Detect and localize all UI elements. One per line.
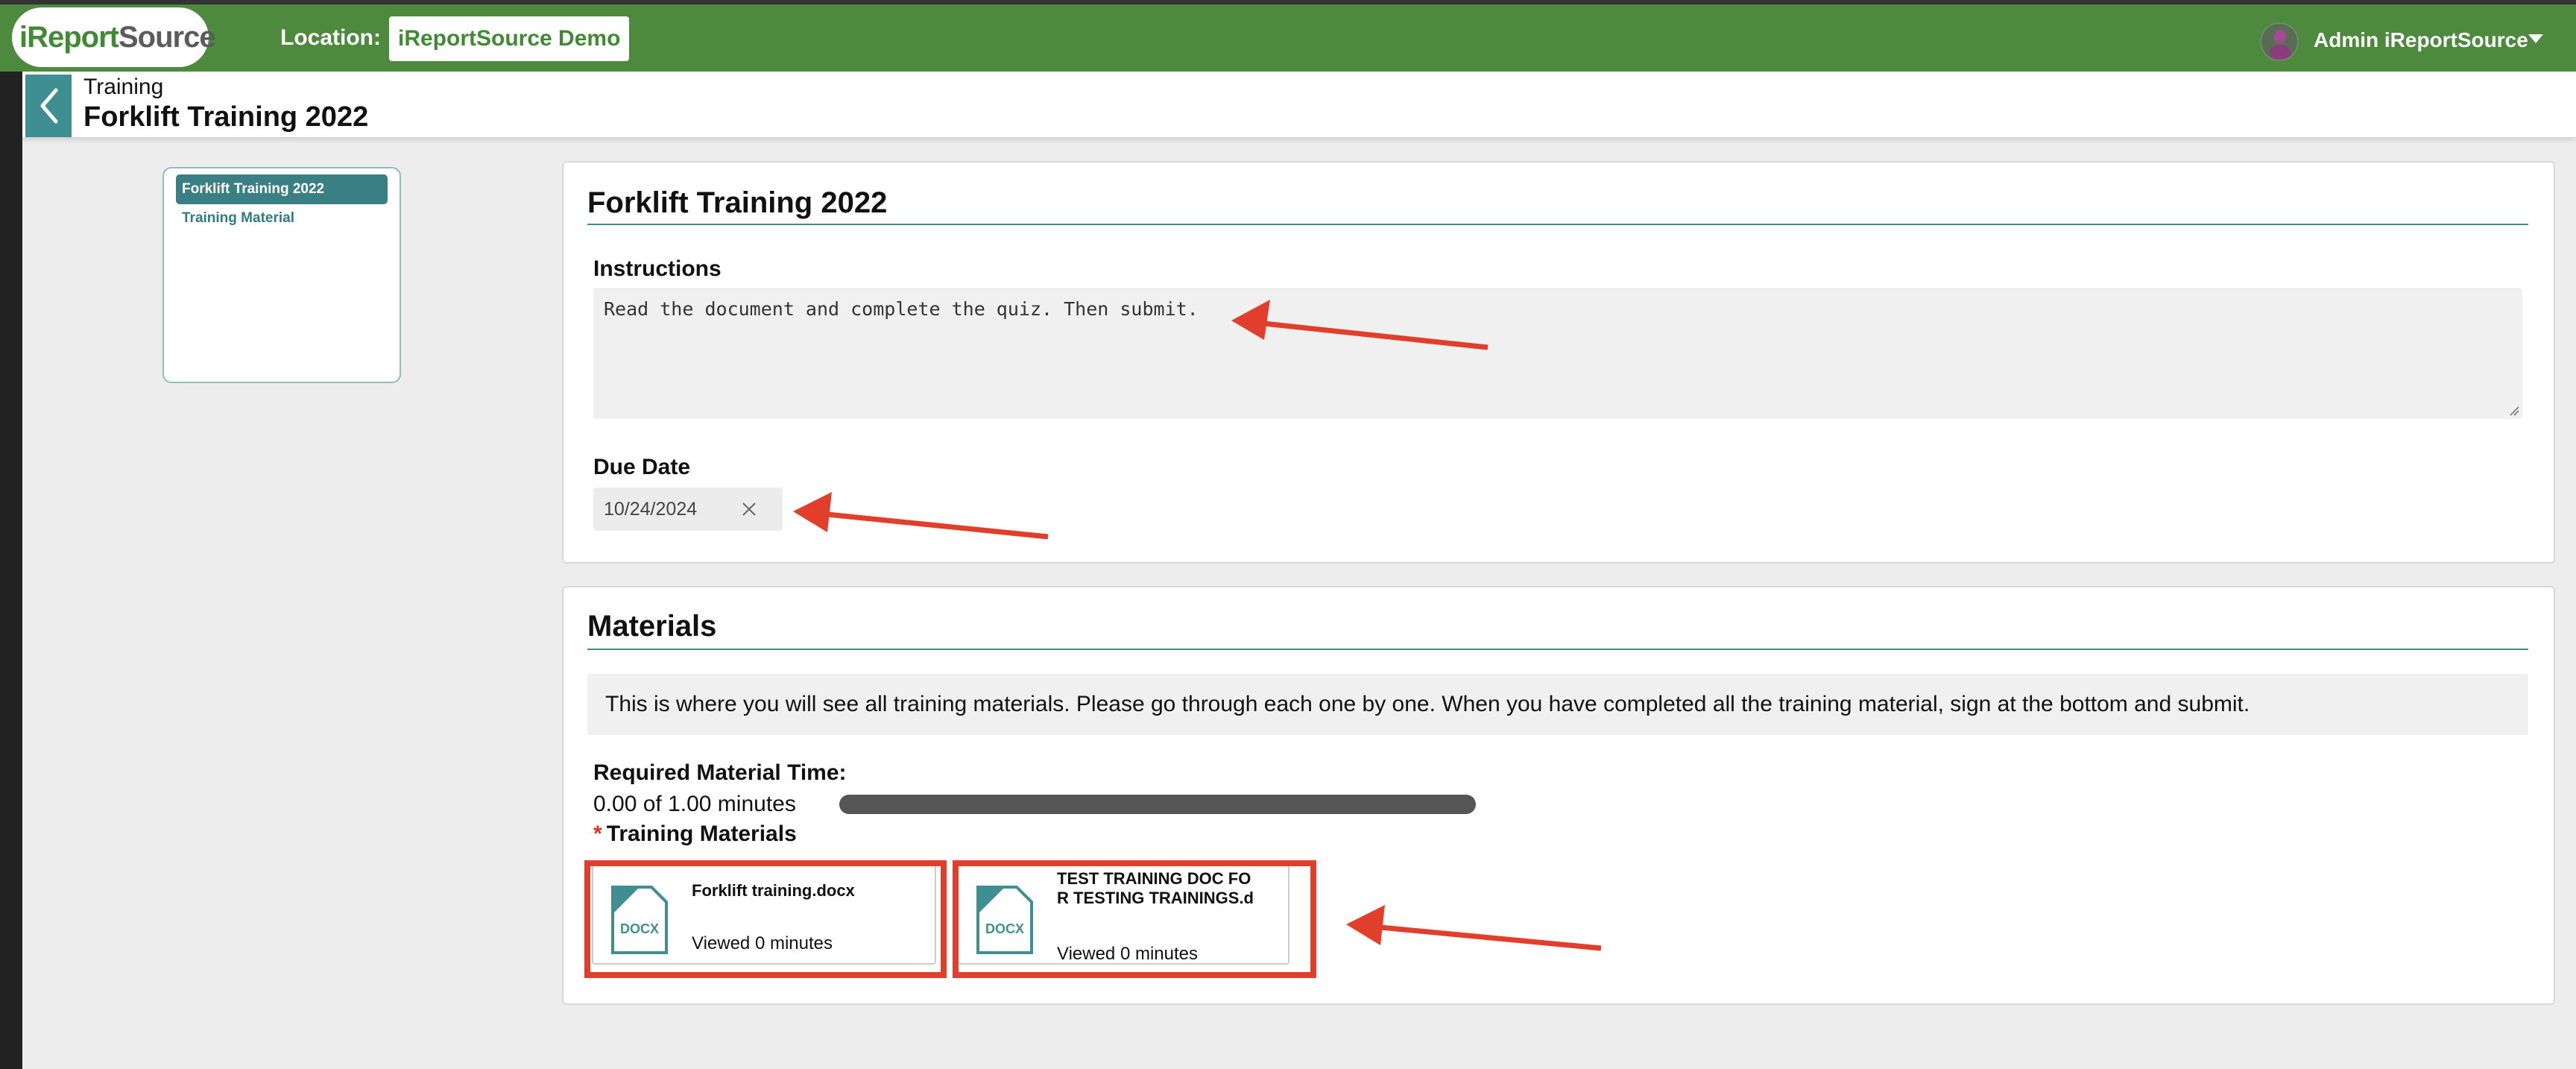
user-menu-name[interactable]: Admin iReportSource — [2314, 28, 2528, 52]
window-edge — [0, 0, 22, 1069]
materials-title: Materials — [587, 610, 717, 643]
instructions-textarea[interactable]: Read the document and complete the quiz.… — [593, 288, 2522, 419]
page-header: Training Forklift Training 2022 — [22, 72, 2576, 137]
nav-item-training-material[interactable]: Training Material — [182, 210, 294, 227]
section-divider — [587, 224, 2528, 225]
due-date-label: Due Date — [593, 455, 691, 479]
required-time-value: 0.00 of 1.00 minutes — [593, 792, 796, 816]
close-icon[interactable] — [741, 501, 757, 517]
required-time-label: Required Material Time: — [593, 760, 847, 785]
training-details-card: Forklift Training 2022 Instructions Read… — [562, 161, 2555, 564]
location-label: Location: — [280, 25, 381, 50]
material-time-progress-bar — [839, 795, 1476, 814]
section-navigator: Forklift Training 2022 Training Material — [162, 167, 401, 383]
back-button[interactable] — [25, 75, 72, 137]
materials-info-banner: This is where you will see all training … — [587, 674, 2528, 735]
resize-handle-icon[interactable] — [2509, 406, 2519, 416]
user-avatar[interactable] — [2260, 22, 2299, 61]
logo-wordmark: iReportSource — [19, 20, 216, 54]
chevron-down-icon[interactable] — [2528, 34, 2543, 43]
annotation-highlight-box — [584, 860, 947, 978]
ireportsource-logo[interactable]: iReportSource — [12, 7, 216, 67]
breadcrumb[interactable]: Training — [83, 75, 163, 100]
top-navigation-bar: iReportSource Location: iReportSource De… — [0, 0, 2576, 72]
due-date-input[interactable]: 10/24/2024 — [593, 488, 783, 531]
instructions-label: Instructions — [593, 256, 722, 281]
location-selector[interactable]: iReportSource Demo — [389, 16, 630, 61]
page-title: Forklift Training 2022 — [83, 101, 369, 133]
instructions-text: Read the document and complete the quiz.… — [604, 298, 1199, 320]
annotation-highlight-box — [953, 860, 1316, 978]
section-title: Forklift Training 2022 — [587, 186, 888, 219]
required-marker: * — [593, 822, 602, 846]
section-divider — [587, 649, 2528, 650]
nav-item-forklift-training[interactable]: Forklift Training 2022 — [176, 174, 388, 204]
chevron-left-icon — [40, 88, 58, 124]
due-date-value: 10/24/2024 — [604, 499, 698, 520]
training-materials-label: * Training Materials — [593, 822, 797, 846]
